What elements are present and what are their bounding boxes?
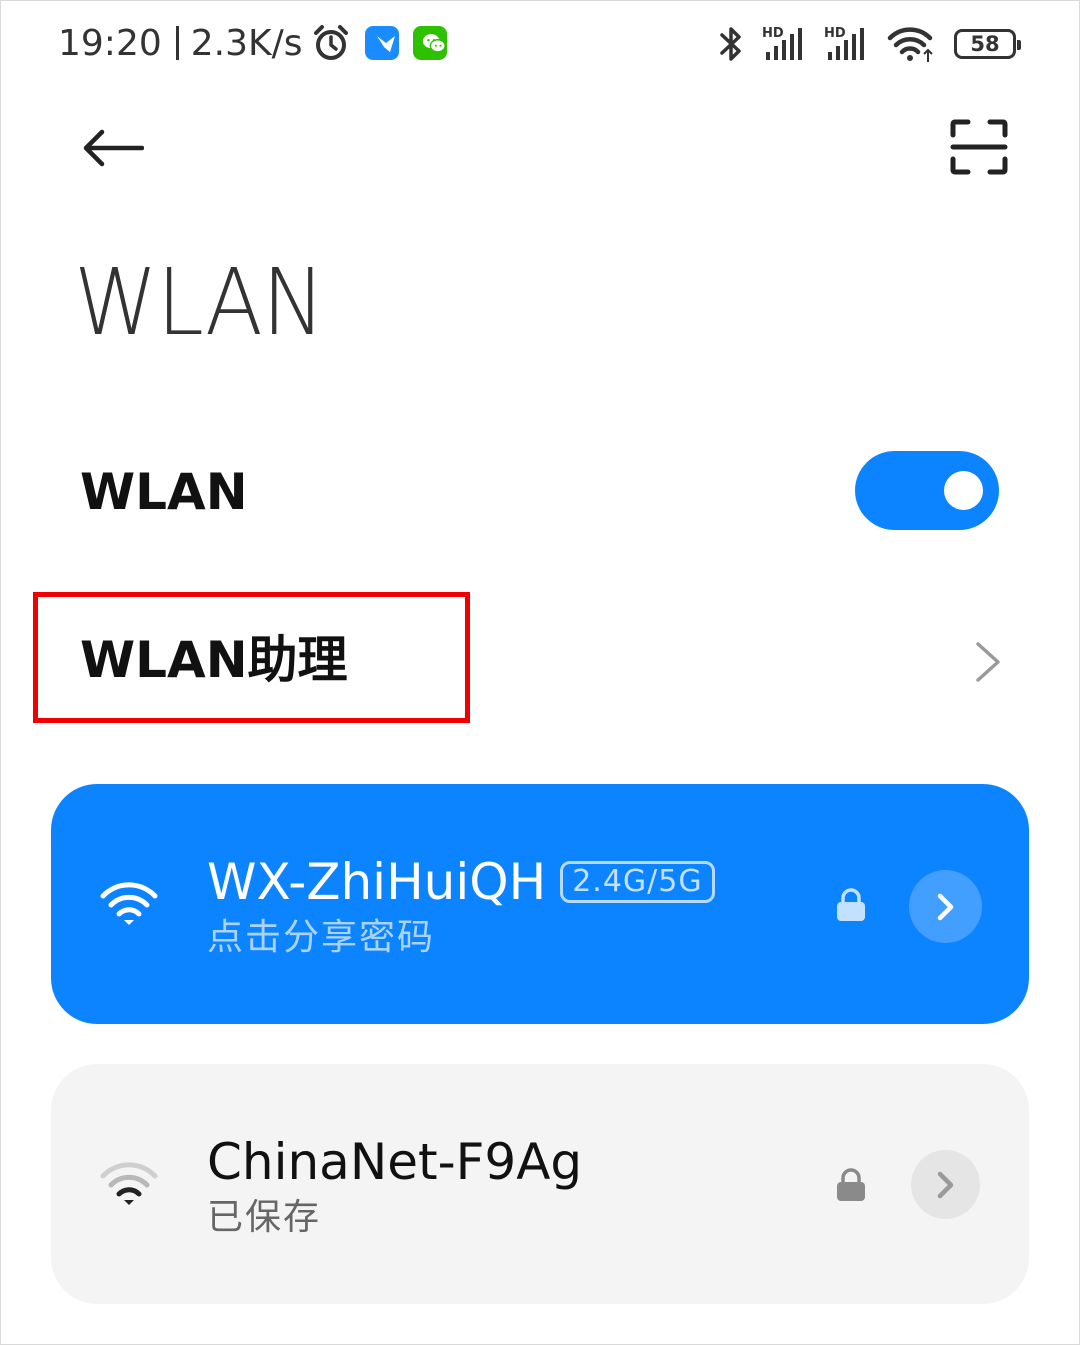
- chevron-right-icon: [976, 642, 1000, 682]
- battery-icon: 58: [954, 29, 1021, 59]
- back-arrow-icon: [83, 129, 144, 167]
- status-separator: [175, 26, 179, 60]
- lock-icon: [837, 1168, 865, 1201]
- wlan-toggle-row: WLAN: [0, 430, 1080, 550]
- alarm-icon: [313, 25, 348, 60]
- status-net-speed: 2.3K/s: [190, 22, 303, 64]
- network-card-connected[interactable]: WX-ZhiHuiQH 2.4G/5G 点击分享密码: [51, 784, 1029, 1024]
- status-bar: 19:20 2.3K/s HD HD 58: [0, 0, 1080, 86]
- wechat-app-icon: [412, 26, 447, 60]
- bluetooth-icon: [720, 27, 741, 61]
- feishu-app-icon: [364, 26, 399, 60]
- network-name: WX-ZhiHuiQH: [207, 853, 547, 911]
- network-detail-button[interactable]: [911, 1150, 980, 1219]
- network-name: ChinaNet-F9Ag: [207, 1133, 583, 1191]
- wlan-switch-knob: [944, 471, 983, 510]
- network-detail-button[interactable]: [909, 870, 982, 943]
- wlan-switch[interactable]: [855, 451, 999, 530]
- svg-text:HD: HD: [824, 26, 846, 41]
- status-bar-right: HD HD 58: [700, 22, 1021, 66]
- wlan-assistant-row[interactable]: WLAN助理: [0, 592, 1080, 728]
- chevron-right-icon: [937, 893, 953, 920]
- scan-qr-button[interactable]: [944, 114, 1014, 180]
- network-status: 已保存: [207, 1197, 322, 1238]
- band-badge: 2.4G/5G: [560, 861, 715, 903]
- back-button[interactable]: [78, 118, 148, 178]
- network-card-saved[interactable]: ChinaNet-F9Ag 已保存: [51, 1064, 1029, 1304]
- wifi-icon: [887, 27, 933, 62]
- hd-signal-icon: HD: [824, 26, 864, 60]
- svg-text:HD: HD: [762, 26, 784, 41]
- hd-signal-icon: HD: [762, 26, 802, 60]
- wifi-signal-icon: [100, 882, 158, 925]
- network-name-line: WX-ZhiHuiQH 2.4G/5G: [207, 852, 715, 912]
- scan-icon: [950, 119, 1008, 175]
- wlan-toggle-label: WLAN: [80, 463, 248, 521]
- wifi-signal-icon: [100, 1162, 158, 1205]
- share-password-link[interactable]: 点击分享密码: [207, 916, 435, 960]
- status-bar-left: 19:20 2.3K/s: [58, 18, 447, 68]
- chevron-right-icon: [937, 1171, 953, 1198]
- page-title: WLAN: [74, 249, 325, 356]
- battery-level: 58: [970, 32, 1000, 56]
- lock-icon: [837, 888, 865, 921]
- wlan-assistant-label: WLAN助理: [80, 631, 348, 689]
- status-time: 19:20: [58, 22, 162, 64]
- network-name-line: ChinaNet-F9Ag: [207, 1132, 582, 1192]
